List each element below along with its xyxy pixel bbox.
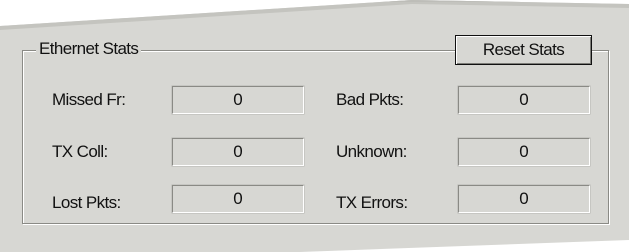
tx-errors-value: 0 <box>458 185 590 213</box>
missed-frames-label: Missed Fr: <box>52 90 126 109</box>
bad-packets-label: Bad Pkts: <box>336 90 404 109</box>
screenshot-stage: Ethernet Stats Reset Stats Missed Fr: 0 … <box>0 0 629 252</box>
unknown-value: 0 <box>458 138 590 166</box>
reset-stats-button[interactable]: Reset Stats <box>455 35 592 65</box>
tx-collisions-label: TX Coll: <box>52 142 108 161</box>
groupbox-title: Ethernet Stats <box>36 38 142 60</box>
tx-collisions-value: 0 <box>172 138 304 166</box>
lost-packets-label: Lost Pkts: <box>52 193 121 212</box>
bad-packets-value: 0 <box>458 86 590 114</box>
tx-errors-label: TX Errors: <box>336 193 408 212</box>
missed-frames-value: 0 <box>172 86 304 114</box>
unknown-label: Unknown: <box>336 142 407 161</box>
lost-packets-value: 0 <box>172 185 304 213</box>
